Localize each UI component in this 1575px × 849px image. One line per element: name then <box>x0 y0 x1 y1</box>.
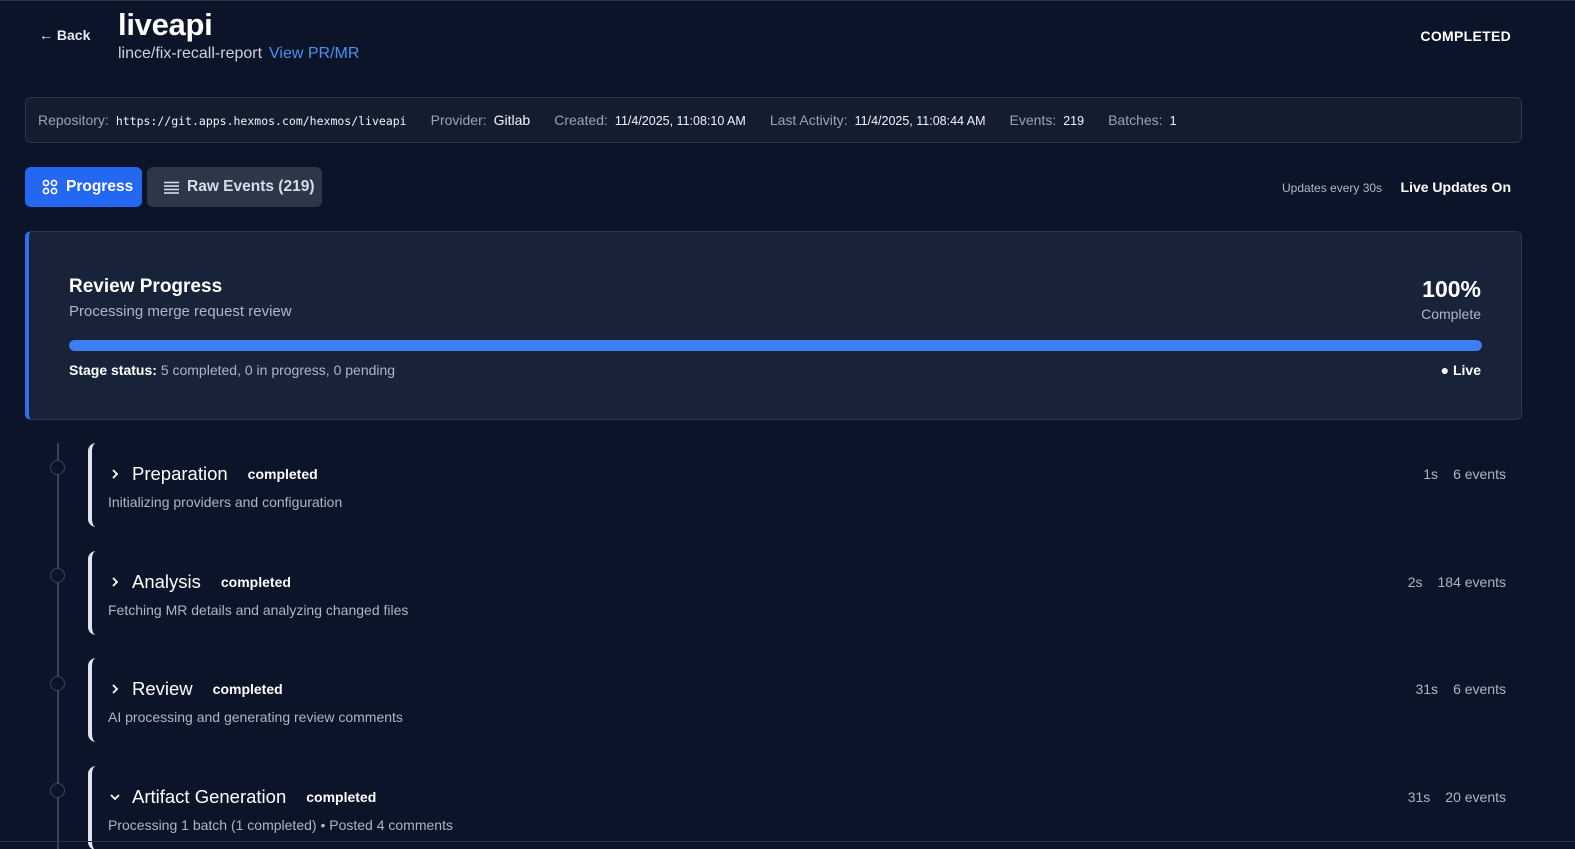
info-repository: Repository: https://git.apps.hexmos.com/… <box>38 112 407 128</box>
stage-status-label: Stage status: <box>69 362 157 378</box>
timeline-dot <box>50 460 65 475</box>
tab-progress[interactable]: Progress <box>25 167 142 207</box>
timeline-dot <box>50 783 65 798</box>
progress-title: Review Progress <box>69 276 223 297</box>
stage-duration: 2s <box>1407 574 1423 590</box>
info-label: Provider: <box>430 112 487 128</box>
stage-event-count: 6 events <box>1453 466 1506 482</box>
stage-duration: 1s <box>1423 466 1439 482</box>
tab-progress-label: Progress <box>66 178 134 195</box>
stage-card-review: Review completed AI processing and gener… <box>88 658 1522 742</box>
progress-subtitle: Processing merge request review <box>69 303 292 320</box>
stage-description: Initializing providers and configuration <box>108 494 343 510</box>
progress-bar-fill <box>69 340 1482 351</box>
stage-card-artifact-generation: Artifact Generation completed Processing… <box>88 766 1522 849</box>
last-activity-value: 11/4/2025, 11:08:44 AM <box>854 114 986 128</box>
stage-card-preparation: Preparation completed Initializing provi… <box>88 443 1522 527</box>
grid-icon <box>42 179 58 195</box>
stage-duration: 31s <box>1415 681 1439 697</box>
stage-header: Artifact Generation completed <box>108 786 376 808</box>
provider-value: Gitlab <box>493 112 531 128</box>
info-events: Events: 219 <box>1010 112 1085 128</box>
stage-card-analysis: Analysis completed Fetching MR details a… <box>88 551 1522 635</box>
progress-complete-label: Complete <box>1421 306 1481 322</box>
chevron-right-icon[interactable] <box>108 683 122 695</box>
stage-name[interactable]: Analysis <box>132 571 201 593</box>
view-pr-link[interactable]: View PR/MR <box>269 45 359 63</box>
stage-status-summary: Stage status: 5 completed, 0 in progress… <box>69 362 395 378</box>
stage-event-count: 6 events <box>1453 681 1506 697</box>
stage-event-count: 20 events <box>1445 789 1506 805</box>
stage-name[interactable]: Artifact Generation <box>132 786 286 808</box>
stage-status-badge: completed <box>247 466 318 482</box>
review-progress-card: Review Progress Processing merge request… <box>25 231 1522 420</box>
list-icon <box>164 181 179 194</box>
review-info-bar: Repository: https://git.apps.hexmos.com/… <box>25 97 1522 143</box>
bottom-divider <box>0 841 1575 842</box>
branch-line: lince/fix-recall-report View PR/MR <box>118 45 359 63</box>
timeline-dot <box>50 676 65 691</box>
stage-status-badge: completed <box>306 789 377 805</box>
chevron-right-icon[interactable] <box>108 576 122 588</box>
chevron-right-icon[interactable] <box>108 468 122 480</box>
info-label: Repository: <box>38 112 109 128</box>
stage-description: Fetching MR details and analyzing change… <box>108 602 409 618</box>
update-interval-note: Updates every 30s <box>1282 181 1383 195</box>
branch-name: lince/fix-recall-report <box>118 45 263 62</box>
progress-percent: 100% <box>1422 276 1481 302</box>
review-status-badge: COMPLETED <box>1420 28 1511 44</box>
stage-description: Processing 1 batch (1 completed) • Poste… <box>108 817 453 833</box>
info-label: Created: <box>554 112 608 128</box>
events-value: 219 <box>1063 114 1085 128</box>
stage-status-badge: completed <box>212 681 283 697</box>
stage-event-count: 184 events <box>1437 574 1507 590</box>
tab-raw-events[interactable]: Raw Events (219) <box>147 167 322 207</box>
repository-url: https://git.apps.hexmos.com/hexmos/livea… <box>115 114 407 128</box>
info-last-activity: Last Activity: 11/4/2025, 11:08:44 AM <box>770 112 986 128</box>
info-label: Batches: <box>1108 112 1163 128</box>
timeline-dot <box>50 568 65 583</box>
stage-duration: 31s <box>1407 789 1431 805</box>
live-updates-toggle[interactable]: Live Updates On <box>1401 179 1511 195</box>
info-label: Events: <box>1009 112 1057 128</box>
info-provider: Provider: Gitlab <box>431 112 531 128</box>
stage-name[interactable]: Review <box>132 678 193 700</box>
stage-header: Review completed <box>108 678 283 700</box>
stage-meta: 31s 20 events <box>1408 789 1506 805</box>
created-value: 11/4/2025, 11:08:10 AM <box>614 114 746 128</box>
page-title: liveapi <box>118 7 213 42</box>
tab-raw-events-label: Raw Events (219) <box>187 178 315 195</box>
progress-bar <box>69 340 1482 351</box>
stage-status-text: 5 completed, 0 in progress, 0 pending <box>160 362 396 378</box>
chevron-down-icon[interactable] <box>108 792 122 802</box>
stage-header: Analysis completed <box>108 571 291 593</box>
live-indicator: ● Live <box>1440 362 1481 378</box>
stage-meta: 1s 6 events <box>1423 466 1506 482</box>
stage-name[interactable]: Preparation <box>132 463 228 485</box>
stage-description: AI processing and generating review comm… <box>108 709 403 725</box>
back-link[interactable]: ← Back <box>39 27 90 43</box>
info-created: Created: 11/4/2025, 11:08:10 AM <box>554 112 746 128</box>
batches-value: 1 <box>1169 114 1177 128</box>
info-label: Last Activity: <box>769 112 848 128</box>
stage-meta: 2s 184 events <box>1408 574 1506 590</box>
stage-status-badge: completed <box>220 574 291 590</box>
stage-meta: 31s 6 events <box>1415 681 1506 697</box>
stage-header: Preparation completed <box>108 463 318 485</box>
info-batches: Batches: 1 <box>1108 112 1176 128</box>
